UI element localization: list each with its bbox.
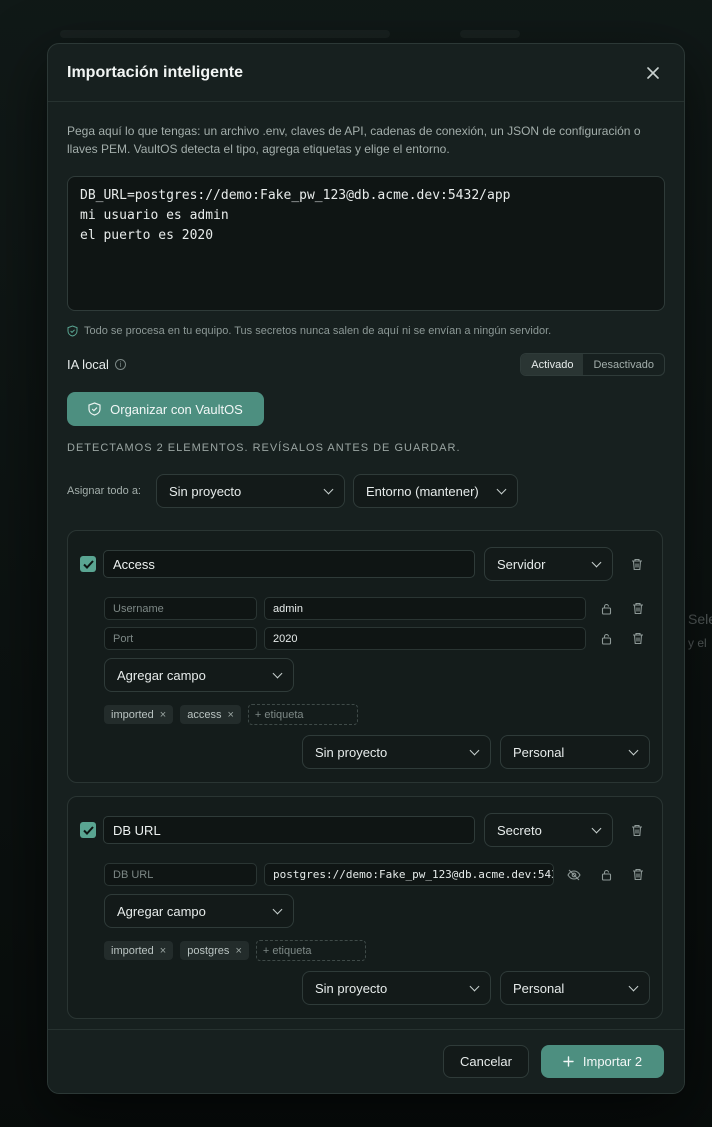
chevron-down-icon: [272, 668, 283, 678]
trash-icon[interactable]: [626, 863, 650, 886]
tag-list: imported × access × + etiqueta: [80, 704, 650, 725]
remove-tag-icon[interactable]: ×: [160, 945, 166, 957]
chevron-down-icon: [628, 981, 639, 991]
import-item-card: Access Servidor Username admin Port 2020…: [67, 530, 663, 783]
assign-project-select[interactable]: Sin proyecto: [156, 474, 345, 508]
detected-summary: DETECTAMOS 2 ELEMENTOS. REVÍSALOS ANTES …: [67, 442, 461, 454]
trash-icon[interactable]: [626, 597, 650, 620]
lock-icon[interactable]: [594, 597, 618, 620]
item-checkbox[interactable]: [80, 822, 96, 838]
local-ai-row: IA local i Activado Desactivado: [67, 353, 665, 376]
remove-tag-icon[interactable]: ×: [227, 709, 233, 721]
field-row: Username admin: [80, 597, 650, 620]
remove-tag-icon[interactable]: ×: [235, 945, 241, 957]
item-scope-select[interactable]: Personal: [500, 735, 650, 769]
cancel-button[interactable]: Cancelar: [442, 1045, 529, 1078]
import-button[interactable]: Importar 2: [541, 1045, 664, 1078]
assign-all-row: Asignar todo a: Sin proyecto Entorno (ma…: [67, 474, 665, 508]
tag-label: imported: [111, 944, 154, 957]
item-checkbox[interactable]: [80, 556, 96, 572]
chevron-down-icon: [469, 745, 480, 755]
chevron-down-icon: [496, 484, 507, 494]
trash-icon[interactable]: [625, 552, 649, 576]
item-scope-select[interactable]: Personal: [500, 971, 650, 1005]
field-value-input[interactable]: admin: [264, 597, 586, 620]
item-type-select[interactable]: Secreto: [484, 813, 613, 847]
field-name-input[interactable]: DB URL: [104, 863, 257, 886]
item-project-value: Sin proyecto: [315, 980, 388, 996]
import-item-card: DB URL Secreto DB URL postgres://demo:Fa…: [67, 796, 663, 1019]
tag-label: postgres: [187, 944, 230, 957]
add-tag-input[interactable]: + etiqueta: [247, 704, 358, 725]
organize-label: Organizar con VaultOS: [110, 401, 243, 417]
dialog-header: Importación inteligente: [48, 44, 684, 102]
add-tag-input[interactable]: + etiqueta: [255, 940, 366, 961]
chevron-down-icon: [591, 557, 602, 567]
tag-chip: postgres ×: [180, 941, 249, 960]
dialog-intro: Pega aquí lo que tengas: un archivo .env…: [67, 124, 641, 156]
privacy-text: Todo se procesa en tu equipo. Tus secret…: [84, 325, 552, 337]
trash-icon[interactable]: [626, 627, 650, 650]
chevron-down-icon: [469, 981, 480, 991]
tag-label: imported: [111, 708, 154, 721]
lock-icon[interactable]: [594, 863, 618, 886]
tag-label: access: [187, 708, 222, 721]
tag-chip: imported ×: [104, 941, 174, 960]
background-ghost-text: Sele: [688, 611, 712, 627]
chevron-down-icon: [628, 745, 639, 755]
field-name-input[interactable]: Port: [104, 627, 257, 650]
lock-icon[interactable]: [594, 627, 618, 650]
assign-env-value: Entorno (mantener): [366, 483, 479, 499]
dialog-title: Importación inteligente: [67, 63, 244, 81]
paste-textarea[interactable]: DB_URL=postgres://demo:Fake_pw_123@db.ac…: [67, 176, 665, 311]
assign-project-value: Sin proyecto: [169, 483, 242, 499]
background-ghost-text-2: y el: [688, 636, 707, 650]
tag-list: imported × postgres × + etiqueta: [80, 940, 650, 961]
item-project-value: Sin proyecto: [315, 744, 388, 760]
add-field-label: Agregar campo: [117, 903, 206, 919]
import-label: Importar 2: [582, 1054, 643, 1069]
assign-all-label: Asignar todo a:: [67, 485, 141, 497]
chevron-down-icon: [591, 823, 602, 833]
field-name-input[interactable]: Username: [104, 597, 257, 620]
smart-import-dialog: Importación inteligente Pega aquí lo que…: [47, 43, 685, 1094]
item-project-select[interactable]: Sin proyecto: [302, 971, 491, 1005]
item-type-value: Servidor: [497, 556, 546, 572]
item-scope-value: Personal: [513, 744, 565, 760]
field-row: Port 2020: [80, 627, 650, 650]
ai-off-option[interactable]: Desactivado: [583, 354, 664, 375]
add-field-label: Agregar campo: [117, 667, 206, 683]
item-type-value: Secreto: [497, 822, 542, 838]
item-name-input[interactable]: Access: [103, 550, 475, 578]
local-ai-toggle: Activado Desactivado: [520, 353, 665, 376]
assign-env-select[interactable]: Entorno (mantener): [353, 474, 518, 508]
local-ai-label: IA local: [67, 357, 109, 372]
organize-button[interactable]: Organizar con VaultOS: [67, 392, 264, 426]
eye-off-icon[interactable]: [562, 863, 586, 886]
item-project-select[interactable]: Sin proyecto: [302, 735, 491, 769]
chevron-down-icon: [272, 904, 283, 914]
add-field-select[interactable]: Agregar campo: [104, 658, 294, 692]
add-field-select[interactable]: Agregar campo: [104, 894, 294, 928]
field-value-input[interactable]: 2020: [264, 627, 586, 650]
item-name-input[interactable]: DB URL: [103, 816, 475, 844]
close-icon[interactable]: [641, 61, 665, 85]
field-row: DB URL postgres://demo:Fake_pw_123@db.ac…: [80, 863, 650, 886]
item-type-select[interactable]: Servidor: [484, 547, 613, 581]
dialog-footer: Cancelar Importar 2: [48, 1029, 684, 1093]
field-value-input[interactable]: postgres://demo:Fake_pw_123@db.acme.dev:…: [264, 863, 554, 886]
shield-check-icon: [88, 402, 101, 416]
ai-on-option[interactable]: Activado: [521, 354, 584, 375]
privacy-note: Todo se procesa en tu equipo. Tus secret…: [67, 325, 665, 337]
item-scope-value: Personal: [513, 980, 565, 996]
remove-tag-icon[interactable]: ×: [160, 709, 166, 721]
trash-icon[interactable]: [625, 818, 649, 842]
plus-icon: [563, 1056, 574, 1067]
chevron-down-icon: [323, 484, 334, 494]
info-icon[interactable]: i: [114, 359, 126, 370]
shield-check-icon: [67, 325, 78, 337]
tag-chip: imported ×: [104, 705, 174, 724]
tag-chip: access ×: [180, 705, 241, 724]
